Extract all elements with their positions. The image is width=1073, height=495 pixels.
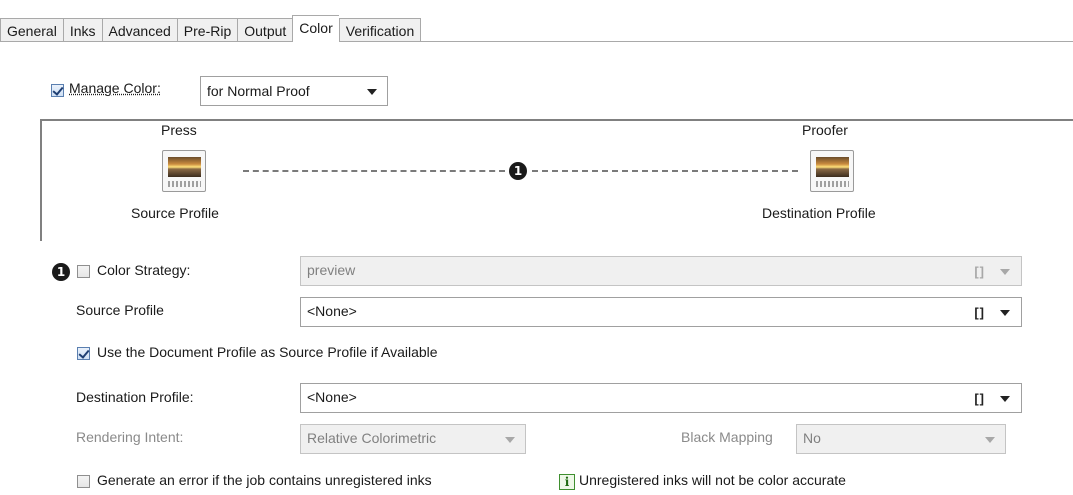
profile-browse-icon[interactable]: [] [974,300,985,326]
generate-error-checkbox[interactable] [77,475,90,488]
tab-divider [0,41,1073,42]
chevron-down-icon [367,89,377,95]
manage-color-mode-value: for Normal Proof [207,83,310,99]
diagram-panel-border-left [40,119,42,241]
tab-inks[interactable]: Inks [62,18,102,42]
tab-verification[interactable]: Verification [338,18,422,42]
destination-caption: Destination Profile [762,205,876,221]
color-strategy-label: Color Strategy: [97,262,191,278]
use-document-profile-checkbox[interactable] [77,347,90,360]
rendering-intent-value: Relative Colorimetric [307,430,437,446]
black-mapping-dropdown[interactable]: No [796,424,1006,454]
profile-browse-icon[interactable]: [] [974,386,985,412]
tab-bar: General Inks Advanced Pre-Rip Output Col… [0,15,422,42]
info-icon: i [559,474,575,490]
source-profile-value: <None> [307,303,357,319]
source-title: Press [161,122,197,138]
destination-profile-label: Destination Profile: [76,389,194,405]
diagram-panel-border-top [40,119,1073,121]
chevron-down-icon [1000,269,1010,275]
connector-line-right [532,170,798,172]
rendering-intent-label: Rendering Intent: [76,429,184,445]
black-mapping-label: Black Mapping [681,429,773,445]
destination-profile-dropdown[interactable]: <None> [] [300,383,1022,413]
manage-color-label: Manage Color: [69,80,161,96]
tab-output[interactable]: Output [237,18,293,42]
tab-pre-rip[interactable]: Pre-Rip [176,18,238,42]
black-mapping-value: No [803,430,821,446]
source-profile-label: Source Profile [76,302,164,318]
color-strategy-checkbox[interactable] [77,265,90,278]
destination-profile-icon[interactable] [810,150,854,192]
tab-color[interactable]: Color [292,15,339,42]
color-strategy-value: preview [307,262,356,278]
connector-line-left [243,170,505,172]
chevron-down-icon [985,437,995,443]
generate-error-label: Generate an error if the job contains un… [97,472,432,488]
rendering-intent-dropdown[interactable]: Relative Colorimetric [300,424,526,454]
tab-advanced[interactable]: Advanced [101,18,177,42]
destination-title: Proofer [802,122,848,138]
source-profile-dropdown[interactable]: <None> [] [300,297,1022,327]
destination-profile-value: <None> [307,389,357,405]
warning-badge-icon: 1 [52,263,70,281]
profile-browse-icon[interactable]: [] [974,259,985,285]
manage-color-mode-dropdown[interactable]: for Normal Proof [200,76,388,106]
chevron-down-icon [1000,310,1010,316]
source-profile-icon[interactable] [162,150,206,192]
manage-color-checkbox[interactable] [51,84,64,97]
warning-badge-icon: 1 [509,162,527,180]
color-strategy-dropdown[interactable]: preview [] [300,256,1022,286]
chevron-down-icon [1000,396,1010,402]
chevron-down-icon [505,437,515,443]
source-caption: Source Profile [131,205,219,221]
tab-general[interactable]: General [0,18,63,42]
info-note-text: Unregistered inks will not be color accu… [579,472,846,488]
use-document-profile-label: Use the Document Profile as Source Profi… [97,344,438,360]
